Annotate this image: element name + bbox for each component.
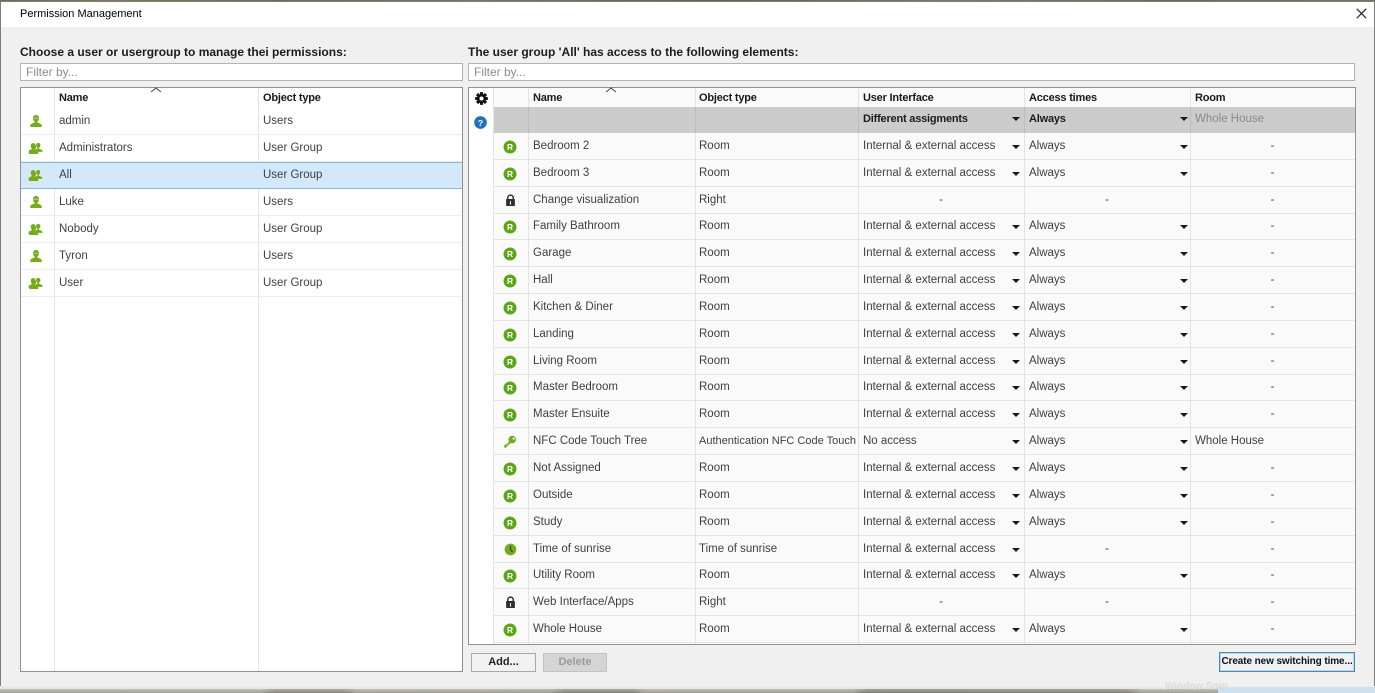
svg-text:R: R [507, 491, 513, 501]
svg-text:R: R [507, 571, 513, 581]
svg-text:R: R [507, 357, 513, 367]
svg-text:R: R [507, 464, 513, 474]
svg-text:R: R [507, 169, 513, 179]
svg-text:R: R [507, 303, 513, 313]
svg-text:?: ? [478, 118, 483, 128]
svg-text:R: R [507, 249, 513, 259]
svg-text:R: R [507, 410, 513, 420]
svg-text:R: R [507, 625, 513, 635]
svg-text:R: R [507, 383, 513, 393]
svg-text:R: R [507, 518, 513, 528]
svg-text:R: R [507, 222, 513, 232]
svg-text:R: R [507, 276, 513, 286]
svg-text:R: R [507, 330, 513, 340]
svg-text:R: R [507, 142, 513, 152]
